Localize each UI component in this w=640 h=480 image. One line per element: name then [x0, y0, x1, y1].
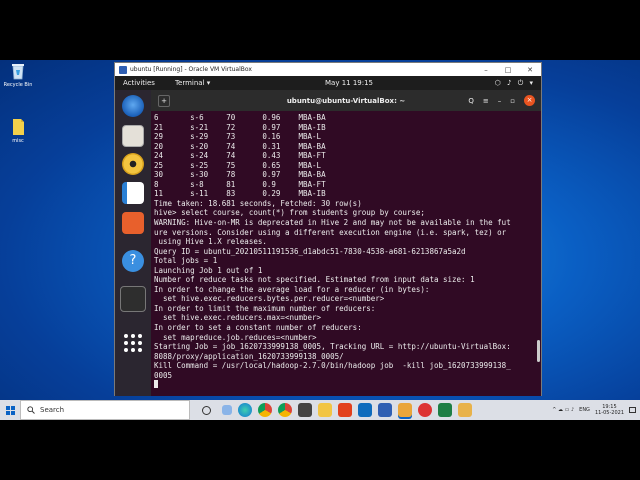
windows-taskbar: Search ^ ☁ ▭ ♪ ENG 19:15 11-05-2021 [0, 400, 640, 420]
taskbar-search-box[interactable]: Search [20, 400, 190, 420]
task-view-icon[interactable] [202, 405, 211, 415]
windows-logo-icon [5, 405, 15, 415]
terminal-line: 6 s-6 70 0.96 MBA-BA [154, 113, 326, 122]
folder-icon[interactable] [458, 403, 472, 417]
terminal-line: Starting Job = job_1620733999138_0005, T… [154, 342, 511, 352]
thunderbird-icon[interactable] [122, 95, 144, 117]
terminal-cursor-line [154, 380, 536, 390]
terminal-line: 8 s-8 81 0.9 MBA-FT [154, 179, 326, 189]
widgets-icon[interactable] [222, 405, 232, 415]
terminal-line: hive> select course, count(*) from stude… [154, 208, 425, 218]
document-icon [10, 118, 26, 136]
terminal-line: Query ID = ubuntu_20210511191536_d1abdc5… [154, 246, 466, 256]
taskbar-date: 11-05-2021 [594, 410, 624, 416]
terminal-line: 11 s-11 83 0.29 MBA-IB [154, 189, 326, 199]
tray-icons[interactable]: ^ ☁ ▭ ♪ [552, 407, 574, 413]
terminal-app-menu[interactable]: Terminal ▾ [163, 79, 210, 87]
language-indicator[interactable]: ENG [579, 407, 590, 413]
ubuntu-top-bar: Activities Terminal ▾ May 11 19:15 ⬡ ♪ ⏻… [115, 76, 541, 90]
office-icon[interactable] [338, 403, 352, 417]
files-icon[interactable] [122, 125, 144, 147]
terminal-scrollbar[interactable] [537, 340, 540, 362]
terminal-header-bar[interactable]: + ubuntu@ubuntu-VirtualBox: ~ Q ≡ – ▫ × [151, 90, 541, 111]
terminal-line: 0005 [154, 370, 173, 380]
virtualbox-titlebar[interactable]: ubuntu [Running] - Oracle VM VirtualBox … [115, 63, 541, 76]
terminal-line: 8088/proxy/application_1620733999138_000… [154, 351, 344, 361]
terminal-line: 29 s-29 73 0.16 MBA-L [154, 132, 322, 142]
spreadsheet-icon[interactable] [438, 403, 452, 417]
activities-button[interactable]: Activities [115, 79, 163, 87]
terminal-line: Launching Job 1 out of 1 [154, 265, 263, 275]
desktop-icon-recycle-bin[interactable]: Recycle Bin [0, 62, 36, 88]
terminal-cursor [154, 380, 158, 389]
terminal-line: Total jobs = 1 [154, 256, 218, 266]
rhythmbox-icon[interactable] [122, 153, 144, 175]
chrome-icon[interactable] [258, 403, 272, 417]
maximize-button[interactable]: □ [497, 66, 519, 74]
store-icon[interactable] [298, 403, 312, 417]
virtualbox-icon [119, 65, 127, 74]
terminal-window: + ubuntu@ubuntu-VirtualBox: ~ Q ≡ – ▫ × … [151, 90, 541, 396]
ubuntu-vm-icon[interactable] [398, 403, 412, 417]
terminal-line: In order to set a constant number of red… [154, 323, 362, 333]
terminal-dock-icon[interactable] [120, 286, 146, 312]
terminal-line: set mapreduce.job.reduces=<number> [154, 332, 317, 342]
desktop-icon-misc[interactable]: misc [0, 118, 36, 144]
terminal-line: In order to change the average load for … [154, 284, 430, 294]
terminal-line: 25 s-25 75 0.65 MBA-L [154, 160, 322, 170]
terminal-line: Kill Command = /usr/local/hadoop-2.7.0/b… [154, 361, 511, 371]
terminal-line: Number of reduce tasks not specified. Es… [154, 275, 475, 285]
app-icon[interactable] [418, 403, 432, 417]
edge-icon[interactable] [238, 403, 252, 417]
desktop-icon-label: Recycle Bin [3, 82, 33, 88]
close-button[interactable]: ✕ [519, 66, 541, 74]
terminal-line: Time taken: 18.681 seconds, Fetched: 30 … [154, 198, 362, 208]
libreoffice-writer-icon[interactable] [122, 182, 144, 204]
ubuntu-clock[interactable]: May 11 19:15 [325, 79, 373, 87]
window-title: ubuntu [Running] - Oracle VM VirtualBox [130, 66, 252, 73]
system-menu-icons[interactable]: ⬡ ♪ ⏻ ▾ [495, 79, 541, 88]
terminal-line: WARNING: Hive-on-MR is deprecated in Hiv… [154, 218, 511, 228]
notifications-icon[interactable] [629, 407, 636, 413]
search-placeholder: Search [40, 406, 65, 414]
ubuntu-dock: ? [115, 90, 151, 396]
chrome-alt-icon[interactable] [278, 403, 292, 417]
start-button[interactable] [0, 400, 20, 420]
terminal-line: 20 s-20 74 0.31 MBA-BA [154, 141, 326, 151]
maximize-icon[interactable]: ▫ [510, 97, 515, 105]
terminal-line: set hive.exec.reducers.max=<number> [154, 313, 322, 323]
system-tray: ^ ☁ ▭ ♪ ENG 19:15 11-05-2021 [552, 404, 640, 416]
file-explorer-icon[interactable] [318, 403, 332, 417]
terminal-line: set hive.exec.reducers.bytes.per.reducer… [154, 294, 385, 304]
terminal-line: using Hive 1.X releases. [154, 237, 267, 247]
search-icon[interactable]: Q [468, 97, 474, 105]
taskbar-clock[interactable]: 19:15 11-05-2021 [595, 404, 624, 416]
terminal-line: 30 s-30 78 0.97 MBA-BA [154, 170, 326, 180]
windows-desktop: Recycle Bin misc ubuntu [Running] - Orac… [0, 60, 640, 420]
help-icon[interactable]: ? [122, 250, 144, 272]
terminal-line: 21 s-21 72 0.97 MBA-IB [154, 122, 326, 132]
bottom-letterbox [0, 420, 640, 480]
terminal-line: 24 s-24 74 0.43 MBA-FT [154, 151, 326, 161]
terminal-line: In order to limit the maximum number of … [154, 303, 376, 313]
virtualbox-window: ubuntu [Running] - Oracle VM VirtualBox … [114, 62, 542, 396]
show-applications-icon[interactable] [122, 332, 144, 354]
mail-icon[interactable] [358, 403, 372, 417]
terminal-line: ure versions. Consider using a different… [154, 227, 507, 237]
hamburger-menu-icon[interactable]: ≡ [483, 97, 489, 105]
software-center-icon[interactable] [122, 212, 144, 234]
top-letterbox [0, 0, 640, 60]
terminal-output[interactable]: 6 s-6 70 0.96 MBA-BA 21 s-21 72 0.97 MBA-… [154, 113, 536, 393]
minimize-icon[interactable]: – [498, 97, 502, 105]
search-icon [27, 406, 35, 414]
close-icon[interactable]: × [524, 95, 535, 106]
minimize-button[interactable]: – [475, 66, 497, 74]
virtualbox-taskbar-icon[interactable] [378, 403, 392, 417]
desktop-icon-label: misc [12, 138, 24, 144]
recycle-bin-icon [10, 62, 26, 80]
